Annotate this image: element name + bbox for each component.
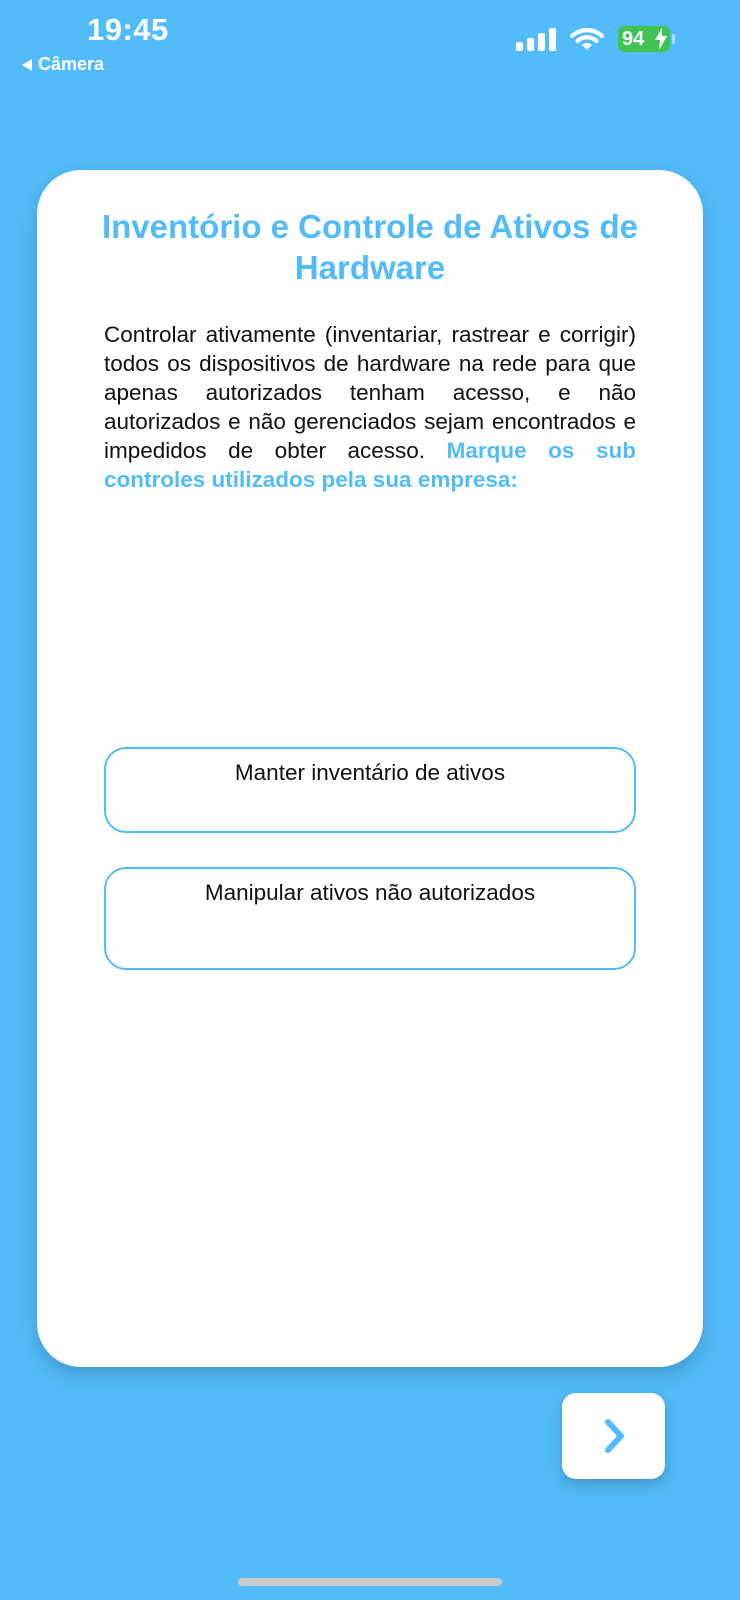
home-indicator[interactable] (238, 1578, 502, 1586)
card-description: Controlar ativamente (inventariar, rastr… (104, 320, 636, 494)
wifi-icon (570, 27, 604, 51)
back-app-label: Câmera (38, 54, 105, 74)
battery-level: 94 (622, 27, 645, 50)
option-label: Manter inventário de ativos (234, 760, 506, 785)
option-manipular-ativos[interactable]: Manipular ativos não autorizados (104, 867, 636, 970)
status-time: 19:45 (87, 12, 169, 47)
option-label: Manipular ativos não autorizados (204, 880, 536, 905)
card-title: Inventório e Controle de Ativos de Hardw… (101, 208, 638, 286)
battery-icon: 94 (618, 26, 675, 52)
option-manter-inventario[interactable]: Manter inventário de ativos (104, 747, 636, 833)
chevron-right-icon (604, 1419, 624, 1453)
control-card: Inventório e Controle de Ativos de Hardw… (37, 170, 703, 1367)
back-triangle-icon (22, 58, 32, 71)
back-to-app-link[interactable]: Câmera (22, 54, 104, 75)
status-bar: 19:45 Câmera 94 (0, 0, 740, 90)
cellular-signal-icon (516, 27, 556, 51)
charging-bolt-icon (655, 28, 667, 50)
next-button[interactable] (562, 1393, 665, 1479)
status-indicators: 94 (516, 26, 675, 52)
